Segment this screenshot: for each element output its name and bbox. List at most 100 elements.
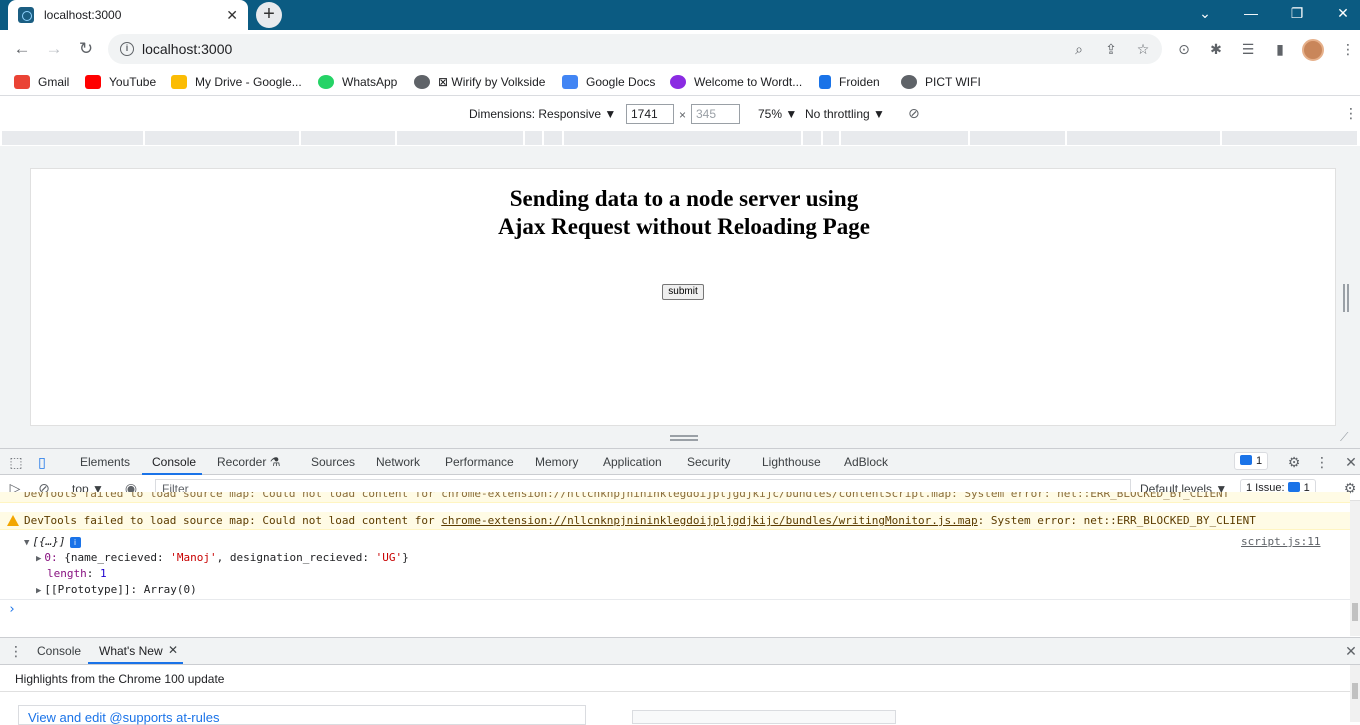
console-scrollbar[interactable] — [1350, 501, 1360, 636]
viewport-resize-handle-bottom[interactable] — [670, 435, 698, 441]
log-array-item[interactable]: ▶ 0: {name_recieved: 'Manoj', designation… — [36, 550, 409, 567]
drawer-tab-whats-new[interactable]: What's New — [99, 644, 163, 658]
minimize-button[interactable]: — — [1228, 2, 1274, 26]
tab-performance[interactable]: Performance — [445, 455, 514, 469]
console-divider — [0, 599, 1350, 600]
restore-button[interactable]: ❐ — [1274, 2, 1320, 26]
site-info-icon[interactable]: i — [120, 42, 134, 56]
times-sign: × — [679, 108, 687, 122]
reload-icon[interactable]: ↻ — [75, 38, 97, 60]
media-query-segment[interactable] — [1222, 131, 1358, 145]
settings-gear-icon[interactable]: ⚙ — [1285, 453, 1303, 471]
bookmark-froiden[interactable]: Froiden — [819, 74, 880, 90]
extension-icon[interactable]: ⊙ — [1174, 39, 1194, 59]
console-prompt[interactable]: › — [8, 602, 16, 618]
viewport-resize-corner-icon[interactable]: ⟋ — [1340, 430, 1354, 444]
media-query-segment[interactable] — [397, 131, 524, 145]
inspect-element-icon[interactable]: ⬚ — [7, 453, 25, 471]
share-icon[interactable]: ⇪ — [1102, 40, 1120, 58]
tab-lighthouse[interactable]: Lighthouse — [762, 455, 821, 469]
tab-recorder[interactable]: Recorder ⚗ — [217, 455, 280, 469]
media-query-segment[interactable] — [2, 131, 144, 145]
side-panel-icon[interactable]: ▮ — [1270, 39, 1290, 59]
tab-sources[interactable]: Sources — [311, 455, 355, 469]
active-tab-indicator — [142, 473, 202, 475]
profile-avatar[interactable] — [1302, 39, 1324, 61]
device-toolbar-menu-icon[interactable]: ⋮ — [1344, 105, 1358, 122]
viewport-resize-handle-right[interactable] — [1343, 284, 1349, 312]
bookmark-wirify[interactable]: ⊠ Wirify by Volkside — [414, 74, 545, 90]
warning-icon — [7, 515, 19, 526]
bookmark-star-icon[interactable]: ☆ — [1134, 40, 1152, 58]
bookmark-whatsapp[interactable]: WhatsApp — [318, 74, 397, 90]
back-icon[interactable]: ← — [11, 38, 33, 60]
whats-new-link[interactable]: View and edit @supports at-rules — [28, 710, 219, 725]
collapsed-triangle-icon[interactable]: ▶ — [36, 554, 41, 564]
media-query-segment[interactable] — [823, 131, 840, 145]
tab-console[interactable]: Console — [152, 455, 196, 469]
close-window-button[interactable]: ✕ — [1320, 2, 1360, 26]
reading-list-icon[interactable]: ☰ — [1238, 39, 1258, 59]
expanded-triangle-icon[interactable]: ▼ — [24, 538, 29, 548]
width-input[interactable]: 1741 — [626, 104, 674, 124]
media-query-segment[interactable] — [145, 131, 300, 145]
media-query-segment[interactable] — [544, 131, 563, 145]
tab-elements[interactable]: Elements — [80, 455, 130, 469]
rotate-icon[interactable]: ⊘ — [908, 105, 920, 122]
dimensions-dropdown[interactable]: Dimensions: Responsive ▼ — [469, 107, 616, 121]
console-warning-row: DevTools failed to load source map: Coul… — [0, 512, 1350, 530]
media-query-segment[interactable] — [525, 131, 543, 145]
height-input[interactable]: 345 — [691, 104, 740, 124]
whats-new-item[interactable]: View and edit @supports at-rules — [18, 705, 586, 725]
devtools-menu-icon[interactable]: ⋮ — [1313, 453, 1331, 471]
tab-adblock[interactable]: AdBlock — [844, 455, 888, 469]
close-drawer-icon[interactable]: ✕ — [1342, 642, 1360, 660]
log-array-prototype[interactable]: ▶ [[Prototype]]: Array(0) — [36, 582, 197, 599]
messages-badge[interactable]: 1 — [1234, 452, 1269, 470]
log-source-link[interactable]: script.js:11 — [1241, 534, 1320, 550]
forward-icon[interactable]: → — [43, 38, 65, 60]
drawer-scrollbar[interactable] — [1350, 665, 1360, 722]
media-query-segment[interactable] — [564, 131, 802, 145]
address-bar[interactable]: i localhost:3000 ⌕ ⇪ ☆ — [108, 34, 1162, 64]
puzzle-extensions-icon[interactable]: ✱ — [1206, 39, 1226, 59]
log-array-summary[interactable]: ▼ [{…}] i — [24, 534, 81, 551]
url-text[interactable]: localhost:3000 — [142, 41, 232, 57]
submit-button[interactable]: submit — [662, 284, 704, 300]
collapsed-triangle-icon[interactable]: ▶ — [36, 586, 41, 596]
log-array-length: length: 1 — [47, 567, 107, 580]
bookmark-wordtune[interactable]: Welcome to Wordt... — [670, 74, 802, 90]
tab-memory[interactable]: Memory — [535, 455, 578, 469]
tab-security[interactable]: Security — [687, 455, 730, 469]
drawer-menu-icon[interactable]: ⋮ — [7, 642, 25, 660]
zoom-icon[interactable]: ⌕ — [1070, 40, 1088, 58]
throttling-dropdown[interactable]: No throttling ▼ — [805, 107, 885, 121]
bookmark-google-docs[interactable]: Google Docs — [562, 74, 655, 90]
bookmark-my-drive[interactable]: My Drive - Google... — [171, 74, 302, 90]
globe-icon — [901, 75, 917, 89]
close-whats-new-icon[interactable]: ✕ — [168, 643, 178, 657]
media-query-segment[interactable] — [1067, 131, 1221, 145]
tab-network[interactable]: Network — [376, 455, 420, 469]
tab-close-icon[interactable]: ✕ — [226, 7, 238, 24]
tab-search-icon[interactable]: ⌄ — [1182, 2, 1228, 26]
bookmark-pict-wifi[interactable]: PICT WIFI — [901, 74, 981, 90]
close-devtools-icon[interactable]: ✕ — [1342, 453, 1360, 471]
warning-source-link[interactable]: chrome-extension://nllcnknpjnininklegdoi… — [441, 514, 977, 527]
react-favicon-icon — [18, 7, 34, 23]
media-query-segment[interactable] — [841, 131, 969, 145]
device-toggle-icon[interactable]: ▯ — [33, 453, 51, 471]
bookmark-youtube[interactable]: YouTube — [85, 74, 156, 90]
browser-tab[interactable]: localhost:3000 ✕ — [8, 0, 248, 30]
zoom-dropdown[interactable]: 75% ▼ — [758, 107, 797, 121]
media-query-segment[interactable] — [301, 131, 396, 145]
media-query-segment[interactable] — [970, 131, 1066, 145]
drawer-tab-console[interactable]: Console — [37, 644, 81, 658]
new-tab-button[interactable]: + — [256, 2, 282, 28]
tab-application[interactable]: Application — [603, 455, 662, 469]
console-scroll-thumb[interactable] — [1352, 603, 1358, 621]
bookmark-gmail[interactable]: Gmail — [14, 74, 69, 90]
media-query-segment[interactable] — [803, 131, 822, 145]
browser-menu-icon[interactable]: ⋮ — [1338, 39, 1358, 59]
drawer-scroll-thumb[interactable] — [1352, 683, 1358, 699]
